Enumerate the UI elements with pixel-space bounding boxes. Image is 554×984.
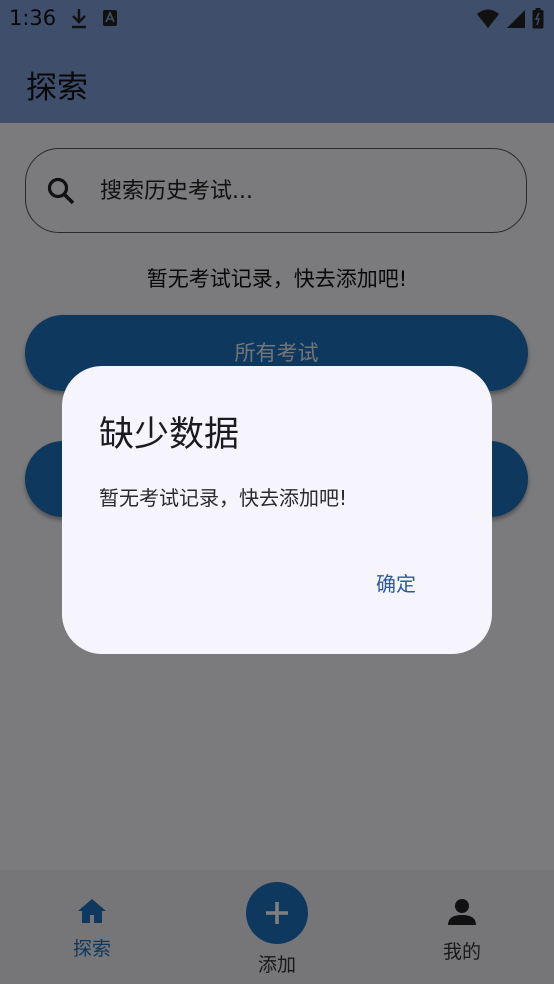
- dialog-title: 缺少数据: [99, 415, 240, 455]
- dialog-message: 暂无考试记录，快去添加吧!: [99, 486, 348, 510]
- confirm-button[interactable]: 确定: [366, 562, 426, 603]
- missing-data-dialog: 缺少数据 暂无考试记录，快去添加吧! 确定: [62, 366, 492, 654]
